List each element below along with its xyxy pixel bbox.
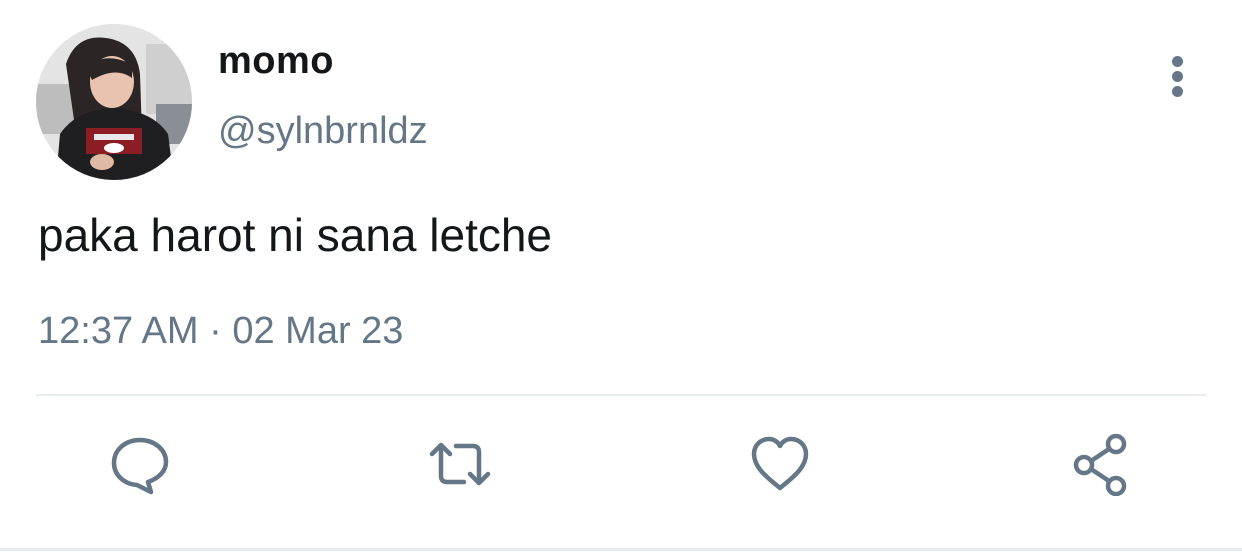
- avatar-photo: [36, 24, 192, 180]
- retweet-icon: [429, 442, 491, 486]
- avatar[interactable]: [36, 24, 192, 180]
- more-dot-icon: [1172, 56, 1183, 67]
- tweet-time: 12:37 AM: [38, 310, 199, 352]
- like-button[interactable]: [748, 432, 812, 496]
- reply-icon: [111, 437, 169, 495]
- more-dot-icon: [1172, 86, 1183, 97]
- user-handle[interactable]: @sylnbrnldz: [218, 110, 428, 153]
- tweet-card: momo @sylnbrnldz paka harot ni sana letc…: [0, 0, 1242, 558]
- meta-separator: ·: [209, 310, 222, 352]
- share-button[interactable]: [1070, 432, 1134, 496]
- reply-button[interactable]: [108, 432, 172, 496]
- tweet-text: paka harot ni sana letche: [38, 209, 553, 261]
- more-dot-icon: [1172, 71, 1183, 82]
- retweet-button[interactable]: [428, 432, 492, 496]
- like-icon: [751, 436, 809, 491]
- share-icon: [1073, 433, 1127, 496]
- more-options-button[interactable]: [1160, 52, 1196, 100]
- tweet-timestamp[interactable]: 12:37 AM · 02 Mar 23: [38, 310, 403, 353]
- divider: [36, 394, 1206, 396]
- display-name[interactable]: momo: [218, 40, 334, 83]
- bottom-divider: [0, 548, 1242, 551]
- tweet-date: 02 Mar 23: [232, 310, 404, 352]
